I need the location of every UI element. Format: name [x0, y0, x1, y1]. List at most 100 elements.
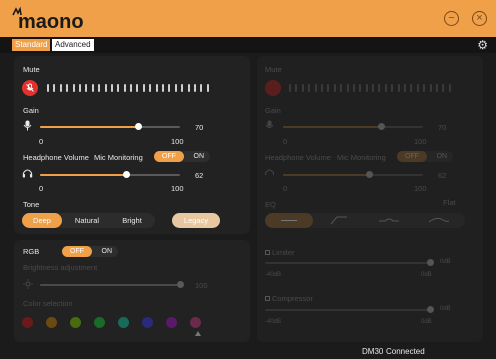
color-swatch[interactable]	[118, 317, 129, 328]
eq-bass-icon	[428, 217, 450, 223]
eq-flat-button	[265, 213, 313, 228]
headphone-volume-slider[interactable]	[40, 171, 180, 178]
slider-fill	[40, 284, 180, 286]
compressor-value: 0dB	[440, 306, 451, 312]
brand-text: maono	[18, 11, 84, 32]
limiter-slider	[265, 259, 434, 266]
slider-knob[interactable]	[377, 123, 385, 130]
color-swatch[interactable]	[70, 317, 81, 328]
toggle-off-dim: OFF	[397, 151, 427, 162]
slider-fill	[283, 126, 381, 128]
mute-button[interactable]	[22, 80, 38, 96]
compressor-knob	[426, 306, 434, 313]
tone-deep-button[interactable]: Deep	[22, 213, 62, 228]
color-swatch[interactable]	[190, 317, 201, 328]
gain-min-dim: 0	[283, 137, 288, 146]
headphone-min-dim: 0	[283, 184, 288, 193]
gain-value: 70	[195, 123, 204, 132]
meter-bar	[206, 84, 209, 92]
meter-bar	[53, 84, 56, 92]
meter-bar	[193, 84, 196, 92]
meter-bar	[85, 84, 88, 92]
limiter-checkbox	[265, 250, 270, 255]
meter-bar	[168, 84, 171, 92]
meter-bar	[410, 84, 413, 92]
tone-selector: Deep Natural Bright	[22, 213, 155, 228]
headphone-max-dim: 100	[414, 184, 427, 193]
meter-bar	[104, 84, 107, 92]
meter-bar	[200, 84, 203, 92]
meter-bar	[155, 84, 158, 92]
slider-knob[interactable]	[366, 171, 374, 178]
tone-natural-button[interactable]: Natural	[66, 213, 108, 228]
legacy-button[interactable]: Legacy	[172, 213, 220, 228]
brightness-label: Brightness adjustment	[23, 263, 98, 272]
gain-slider[interactable]	[40, 123, 180, 130]
brightness-slider[interactable]	[40, 281, 184, 288]
toggle-on: ON	[193, 153, 205, 160]
meter-bar	[301, 84, 304, 92]
meter-bar	[404, 84, 407, 92]
eq-highpass-icon	[330, 216, 347, 225]
meter-bar	[327, 84, 330, 92]
headphone-icon-dim	[264, 169, 275, 175]
brightness-value: 100	[195, 281, 208, 290]
level-meter-dim	[289, 84, 451, 92]
meter-bar	[378, 84, 381, 92]
eq-label: EQ	[265, 200, 276, 209]
color-swatch[interactable]	[142, 317, 153, 328]
color-swatch[interactable]	[22, 317, 33, 328]
headphone-label-dim: Headphone Volume	[265, 153, 331, 162]
headphone-value: 62	[195, 171, 204, 180]
rgb-label: RGB	[23, 247, 40, 256]
maono-logo: maono	[12, 6, 84, 32]
meter-bar	[162, 84, 165, 92]
minimize-icon[interactable]: −	[444, 11, 459, 26]
color-selection-label: Color selection	[23, 299, 73, 308]
tone-bright-button[interactable]: Bright	[112, 213, 152, 228]
meter-bar	[384, 84, 387, 92]
meter-bar	[365, 84, 368, 92]
meter-bar	[435, 84, 438, 92]
color-swatch[interactable]	[94, 317, 105, 328]
compressor-min: -40dB	[265, 319, 282, 325]
rgb-toggle[interactable]: OFF ON	[62, 246, 118, 257]
mic-icon-dim	[265, 120, 274, 128]
slider-knob[interactable]	[134, 123, 142, 130]
meter-bar	[448, 84, 451, 92]
meter-bar	[98, 84, 101, 92]
eq-bass-button	[415, 213, 463, 228]
device-name: DM30	[362, 347, 384, 356]
level-meter	[47, 84, 209, 92]
gear-icon[interactable]: ⚙	[477, 38, 488, 52]
selected-indicator-icon	[195, 331, 201, 336]
meter-bar	[295, 84, 298, 92]
compressor-text: Compressor	[272, 294, 313, 303]
meter-bar	[130, 84, 133, 92]
rgb-toggle-off: OFF	[62, 246, 92, 257]
rgb-toggle-on: ON	[101, 248, 113, 255]
disabled-settings-panel: Mute Gain 70 0 100 Headphone Volume Mic …	[257, 56, 483, 342]
compressor-label: Compressor	[265, 294, 313, 303]
mute-button-dim	[265, 80, 281, 96]
mic-icon	[23, 120, 32, 131]
slider-knob[interactable]	[176, 281, 184, 288]
meter-bar	[340, 84, 343, 92]
slider-knob[interactable]	[123, 171, 131, 178]
meter-bar	[314, 84, 317, 92]
headphone-slider-dim	[283, 171, 423, 178]
meter-bar	[397, 84, 400, 92]
close-icon[interactable]: ×	[472, 11, 487, 26]
tab-standard[interactable]: Standard	[12, 39, 51, 51]
gain-slider-dim	[283, 123, 423, 130]
toggle-off: OFF	[154, 151, 184, 162]
color-swatch[interactable]	[46, 317, 57, 328]
meter-bar	[110, 84, 113, 92]
gain-value-dim: 70	[438, 123, 447, 132]
rgb-panel: RGB OFF ON Brightness adjustment 100 Col…	[14, 240, 250, 342]
mic-monitoring-toggle[interactable]: OFF ON	[154, 151, 210, 162]
eq-mode-label: Flat	[443, 198, 456, 207]
tab-advanced[interactable]: Advanced	[52, 39, 94, 51]
limiter-min: -40dB	[265, 272, 282, 278]
color-swatch[interactable]	[166, 317, 177, 328]
